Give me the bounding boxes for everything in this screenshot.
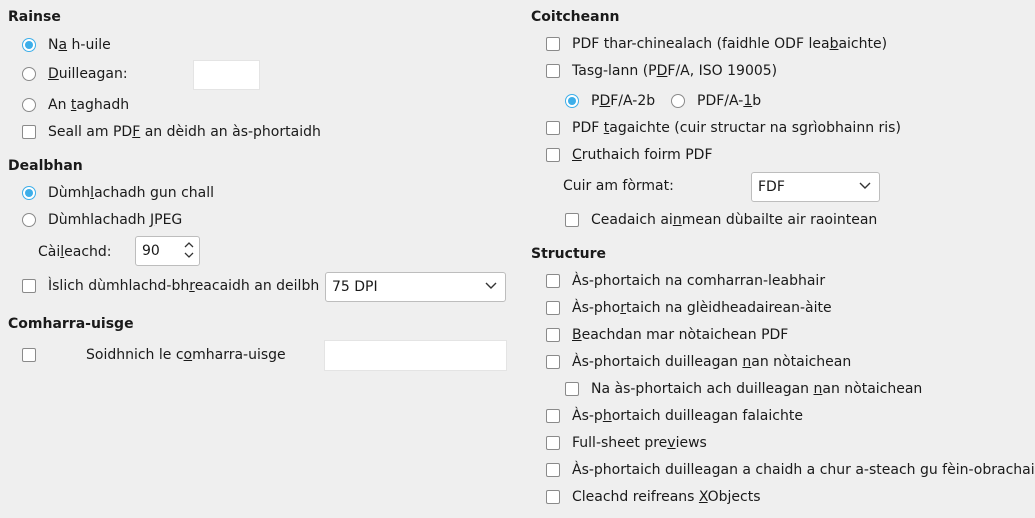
checkbox-box[interactable]: [546, 37, 560, 51]
checkbox-full-sheet-previews[interactable]: Full-sheet previews: [546, 432, 707, 454]
radio-indicator[interactable]: [671, 94, 685, 108]
checkbox-tagged-pdf[interactable]: PDF tagaichte (cuir structar na sgrìobha…: [546, 117, 901, 139]
radio-pdfa-1b-label: PDF/A-1b: [697, 93, 762, 109]
checkbox-box[interactable]: [22, 279, 36, 293]
radio-indicator-selected[interactable]: [565, 94, 579, 108]
checkbox-hybrid-pdf-label: PDF thar-chinealach (faidhle ODF leabaic…: [572, 36, 888, 52]
resolution-select[interactable]: 75 DPI: [325, 272, 506, 302]
format-select-value: FDF: [758, 179, 785, 195]
radio-selection[interactable]: An taghadh: [22, 94, 129, 116]
radio-indicator[interactable]: [22, 213, 36, 227]
checkbox-box[interactable]: [22, 348, 36, 362]
quality-spinbox[interactable]: 90: [135, 236, 200, 266]
checkbox-archive-label: Tasg-lann (PDF/A, ISO 19005): [572, 63, 778, 79]
checkbox-reduce-resolution[interactable]: Ìslich dùmhlachd-bhreacaidh an deilbh: [22, 275, 319, 297]
checkbox-box[interactable]: [546, 490, 560, 504]
checkbox-box[interactable]: [546, 328, 560, 342]
checkbox-use-xobjects[interactable]: Cleachd reifreans XObjects: [546, 486, 761, 508]
checkbox-box[interactable]: [546, 301, 560, 315]
pages-input[interactable]: [193, 60, 260, 90]
radio-indicator[interactable]: [22, 98, 36, 112]
checkbox-view-pdf-after-export[interactable]: Seall am PDF an dèidh an às-phortaidh: [22, 121, 321, 143]
radio-pdfa-1b[interactable]: PDF/A-1b: [671, 90, 761, 112]
checkbox-box[interactable]: [22, 125, 36, 139]
chevron-up-icon[interactable]: [184, 241, 194, 248]
format-label: Cuir am fòrmat:: [563, 178, 674, 194]
checkbox-comments-as-notes[interactable]: Beachdan mar nòtaichean PDF: [546, 324, 788, 346]
checkbox-box[interactable]: [546, 463, 560, 477]
checkbox-reduce-resolution-label: Ìslich dùmhlachd-bhreacaidh an deilbh: [48, 278, 320, 294]
checkbox-create-form-label: Cruthaich foirm PDF: [572, 147, 713, 163]
sign-watermark-label: Soidhnich le comharra-uisge: [86, 347, 286, 363]
checkbox-tagged-pdf-label: PDF tagaichte (cuir structar na sgrìobha…: [572, 120, 901, 136]
checkbox-sign-watermark[interactable]: [22, 344, 48, 366]
checkbox-allow-duplicate-names[interactable]: Ceadaich ainmean dùbailte air raointean: [565, 209, 877, 231]
quality-label: Càileachd:: [38, 244, 112, 260]
checkbox-hybrid-pdf[interactable]: PDF thar-chinealach (faidhle ODF leabaic…: [546, 33, 887, 55]
quality-value: 90: [142, 243, 160, 259]
checkbox-export-notes-pages[interactable]: Às-phortaich duilleagan nan nòtaichean: [546, 351, 851, 373]
radio-all-pages[interactable]: Na h-uile: [22, 34, 111, 56]
radio-pdfa-2b[interactable]: PDF/A-2b: [565, 90, 655, 112]
checkbox-box[interactable]: [546, 274, 560, 288]
checkbox-box[interactable]: [546, 148, 560, 162]
checkbox-box[interactable]: [565, 382, 579, 396]
checkbox-box[interactable]: [546, 436, 560, 450]
checkbox-export-hidden-pages[interactable]: Às-phortaich duilleagan falaichte: [546, 405, 803, 427]
structure-header: Structure: [531, 246, 607, 262]
radio-jpeg-label: Dùmhlachadh JPEG: [48, 212, 183, 228]
radio-pages-label: Duilleagan:: [48, 66, 128, 82]
resolution-select-value: 75 DPI: [332, 279, 378, 295]
watermark-text-input[interactable]: [324, 340, 507, 371]
checkbox-archive[interactable]: Tasg-lann (PDF/A, ISO 19005): [546, 60, 777, 82]
radio-lossless-label: Dùmhlachadh gun chall: [48, 185, 215, 201]
checkbox-allow-duplicate-names-label: Ceadaich ainmean dùbailte air raointean: [591, 212, 878, 228]
radio-jpeg[interactable]: Dùmhlachadh JPEG: [22, 209, 182, 231]
checkbox-box[interactable]: [565, 213, 579, 227]
checkbox-export-only-notes[interactable]: Na às-phortaich ach duilleagan nan nòtai…: [565, 378, 922, 400]
radio-lossless[interactable]: Dùmhlachadh gun chall: [22, 182, 214, 204]
radio-indicator[interactable]: [22, 67, 36, 81]
spin-arrows[interactable]: [184, 241, 194, 259]
general-header: Coitcheann: [531, 9, 620, 25]
checkbox-export-only-notes-label: Na às-phortaich ach duilleagan nan nòtai…: [591, 381, 923, 397]
checkbox-export-hidden-pages-label: Às-phortaich duilleagan falaichte: [572, 408, 803, 424]
checkbox-comments-label: Beachdan mar nòtaichean PDF: [572, 327, 789, 343]
checkbox-export-placeholders-label: Às-phortaich na glèidheadairean-àite: [572, 300, 832, 316]
checkbox-box[interactable]: [546, 121, 560, 135]
radio-all-pages-label: Na h-uile: [48, 37, 111, 53]
radio-selection-label: An taghadh: [48, 97, 130, 113]
range-header: Rainse: [8, 9, 61, 25]
radio-indicator-selected[interactable]: [22, 38, 36, 52]
radio-indicator-selected[interactable]: [22, 186, 36, 200]
radio-pdfa-2b-label: PDF/A-2b: [591, 93, 656, 109]
checkbox-use-xobjects-label: Cleachd reifreans XObjects: [572, 489, 761, 505]
chevron-down-icon: [485, 282, 497, 289]
checkbox-export-blank-pages[interactable]: Às-phortaich duilleagan a chaidh a chur …: [546, 459, 1035, 481]
chevron-down-icon[interactable]: [184, 252, 194, 259]
checkbox-export-notes-pages-label: Às-phortaich duilleagan nan nòtaichean: [572, 354, 852, 370]
checkbox-full-sheet-previews-label: Full-sheet previews: [572, 435, 707, 451]
checkbox-box[interactable]: [546, 355, 560, 369]
radio-pages[interactable]: Duilleagan:: [22, 63, 128, 85]
checkbox-export-bookmarks-label: Às-phortaich na comharran-leabhair: [572, 273, 826, 289]
checkbox-view-pdf-label: Seall am PDF an dèidh an às-phortaidh: [48, 124, 321, 140]
checkbox-create-form[interactable]: Cruthaich foirm PDF: [546, 144, 713, 166]
images-header: Dealbhan: [8, 158, 83, 174]
chevron-down-icon: [859, 182, 871, 189]
watermark-header: Comharra-uisge: [8, 316, 134, 332]
checkbox-export-bookmarks[interactable]: Às-phortaich na comharran-leabhair: [546, 270, 825, 292]
format-select[interactable]: FDF: [751, 172, 880, 202]
checkbox-export-blank-pages-label: Às-phortaich duilleagan a chaidh a chur …: [572, 462, 1035, 478]
checkbox-box[interactable]: [546, 409, 560, 423]
checkbox-box[interactable]: [546, 64, 560, 78]
checkbox-export-placeholders[interactable]: Às-phortaich na glèidheadairean-àite: [546, 297, 832, 319]
